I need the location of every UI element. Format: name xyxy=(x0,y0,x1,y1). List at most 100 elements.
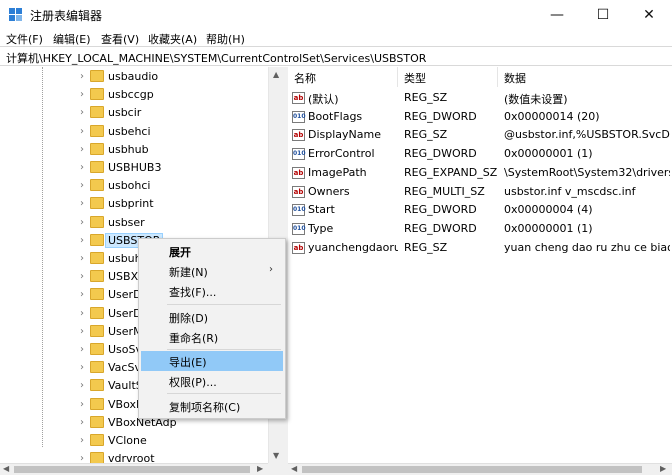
tree-item-label: VClone xyxy=(108,434,147,447)
chevron-right-icon[interactable]: › xyxy=(80,198,84,209)
chevron-right-icon[interactable]: › xyxy=(80,217,84,228)
context-menu-copy-key-name[interactable]: 复制项名称(C) xyxy=(141,396,283,416)
chevron-right-icon[interactable]: › xyxy=(80,235,84,246)
tree-item[interactable]: › usbcir xyxy=(0,104,268,122)
tree-item[interactable]: › USBHUB3 xyxy=(0,159,268,177)
context-menu-rename[interactable]: 重命名(R) xyxy=(141,327,283,347)
scroll-left-icon[interactable]: ◀ xyxy=(291,464,297,473)
tree-item[interactable]: › usbohci xyxy=(0,177,268,195)
tree-item-label: usbser xyxy=(108,215,145,229)
context-menu-find[interactable]: 查找(F)... xyxy=(141,281,283,301)
value-name: BootFlags xyxy=(308,109,363,123)
chevron-right-icon[interactable]: › xyxy=(80,71,84,82)
tree-item[interactable]: › usbhub xyxy=(0,141,268,159)
scroll-up-icon[interactable]: ▲ xyxy=(273,70,279,79)
close-icon: ✕ xyxy=(643,6,655,23)
value-row[interactable]: ab Owners REG_MULTI_SZ usbstor.inf v_mscdsc… xyxy=(288,183,672,202)
value-data: \SystemRoot\System32\drivers\ xyxy=(504,165,670,179)
chevron-right-icon[interactable]: › xyxy=(80,435,84,446)
close-button[interactable]: ✕ xyxy=(626,0,672,29)
tree-item[interactable]: › usbehci xyxy=(0,123,268,141)
chevron-right-icon[interactable]: › xyxy=(80,344,84,355)
value-row[interactable]: ab DisplayName REG_SZ @usbstor.inf,%USBSTOR… xyxy=(288,126,672,145)
chevron-right-icon[interactable]: › xyxy=(80,289,84,300)
value-data: 0x00000001 (1) xyxy=(504,221,593,235)
value-row[interactable]: 010 Type REG_DWORD 0x00000001 (1) xyxy=(288,220,672,239)
list-hscroll-thumb[interactable] xyxy=(302,466,642,473)
value-name: Type xyxy=(308,221,334,235)
value-type: REG_SZ xyxy=(404,91,448,104)
tree-item[interactable]: › usbprint xyxy=(0,195,268,213)
column-header-type[interactable]: 类型 xyxy=(398,67,498,87)
value-row[interactable]: ab yuanchengdaoru REG_SZ yuan cheng dao ru … xyxy=(288,239,672,258)
context-menu-delete[interactable]: 删除(D) xyxy=(141,307,283,327)
address-path: 计算机\HKEY_LOCAL_MACHINE\SYSTEM\CurrentCon… xyxy=(6,52,427,65)
folder-icon xyxy=(90,179,104,192)
column-header-name[interactable]: 名称 xyxy=(288,67,398,87)
tree-item-label: usbohci xyxy=(108,179,151,193)
column-header-data[interactable]: 数据 xyxy=(498,67,672,87)
tree-hscroll-thumb[interactable] xyxy=(14,466,250,473)
list-horizontal-scrollbar[interactable]: ◀ ▶ xyxy=(288,463,672,475)
value-row[interactable]: ab (默认) REG_SZ (数值未设置) xyxy=(288,89,672,108)
value-data: yuan cheng dao ru zhu ce biao xyxy=(504,240,670,254)
chevron-right-icon[interactable]: › xyxy=(80,326,84,337)
context-menu-new[interactable]: 新建(N) › xyxy=(141,261,283,281)
context-menu-expand[interactable]: 展开 xyxy=(141,241,283,261)
value-row[interactable]: 010 Start REG_DWORD 0x00000004 (4) xyxy=(288,201,672,220)
submenu-arrow-icon: › xyxy=(269,264,273,275)
tree-horizontal-scrollbar[interactable]: ◀ ▶ xyxy=(0,463,268,475)
chevron-right-icon[interactable]: › xyxy=(80,162,84,173)
tree-item[interactable]: › VClone xyxy=(0,432,268,450)
maximize-icon: ☐ xyxy=(596,6,610,23)
string-value-icon: ab xyxy=(292,166,305,179)
chevron-right-icon[interactable]: › xyxy=(80,399,84,410)
scroll-right-icon[interactable]: ▶ xyxy=(660,464,666,473)
menu-view[interactable]: 查看(V) xyxy=(101,31,139,47)
address-bar[interactable]: 计算机\HKEY_LOCAL_MACHINE\SYSTEM\CurrentCon… xyxy=(0,46,672,66)
scroll-right-icon[interactable]: ▶ xyxy=(257,464,263,473)
folder-icon xyxy=(90,161,104,173)
value-row[interactable]: 010 BootFlags REG_DWORD 0x00000014 (20) xyxy=(288,108,672,127)
value-data: (数值未设置) xyxy=(504,93,568,106)
chevron-right-icon[interactable]: › xyxy=(80,453,84,463)
chevron-right-icon[interactable]: › xyxy=(80,362,84,373)
tree-item[interactable]: › usbaudio xyxy=(0,68,268,86)
menu-help[interactable]: 帮助(H) xyxy=(206,31,245,47)
value-data: @usbstor.inf,%USBSTOR.SvcDes xyxy=(504,128,670,142)
context-menu: 展开 新建(N) › 查找(F)... 删除(D) 重命名(R) 导出(E) 权… xyxy=(138,238,286,419)
context-menu-export[interactable]: 导出(E) xyxy=(141,351,283,371)
chevron-right-icon[interactable]: › xyxy=(80,271,84,282)
value-row[interactable]: 010 ErrorControl REG_DWORD 0x00000001 (1) xyxy=(288,145,672,164)
value-row[interactable]: ab ImagePath REG_EXPAND_SZ \SystemRoot\Syst… xyxy=(288,164,672,183)
menu-file[interactable]: 文件(F) xyxy=(6,31,43,47)
chevron-right-icon[interactable]: › xyxy=(80,107,84,118)
chevron-right-icon[interactable]: › xyxy=(80,308,84,319)
tree-item[interactable]: › usbser xyxy=(0,214,268,232)
value-type: REG_DWORD xyxy=(404,221,477,235)
values-list-pane: 名称 类型 数据 ab (默认) REG_SZ (数值未设置) 010 BootFlags… xyxy=(288,67,672,463)
chevron-right-icon[interactable]: › xyxy=(80,380,84,391)
scroll-down-icon[interactable]: ▼ xyxy=(273,451,279,460)
menu-favorites[interactable]: 收藏夹(A) xyxy=(148,31,197,47)
value-name: ErrorControl xyxy=(308,147,375,161)
chevron-right-icon[interactable]: › xyxy=(80,126,84,137)
folder-icon xyxy=(90,379,104,392)
minimize-button[interactable]: — xyxy=(534,0,580,29)
folder-icon xyxy=(90,397,104,410)
folder-icon xyxy=(90,288,104,301)
chevron-right-icon[interactable]: › xyxy=(80,144,84,155)
value-name: (默认) xyxy=(308,93,339,106)
chevron-right-icon[interactable]: › xyxy=(80,180,84,191)
scroll-left-icon[interactable]: ◀ xyxy=(3,464,9,473)
tree-item[interactable]: › usbccgp xyxy=(0,86,268,104)
tree-item[interactable]: › vdrvroot xyxy=(0,450,268,463)
folder-icon xyxy=(90,324,104,337)
value-type: REG_SZ xyxy=(404,240,448,254)
menu-edit[interactable]: 编辑(E) xyxy=(53,31,91,47)
context-menu-permissions[interactable]: 权限(P)... xyxy=(141,371,283,391)
maximize-button[interactable]: ☐ xyxy=(580,0,626,29)
chevron-right-icon[interactable]: › xyxy=(80,253,84,264)
chevron-right-icon[interactable]: › xyxy=(80,89,84,100)
chevron-right-icon[interactable]: › xyxy=(80,417,84,428)
